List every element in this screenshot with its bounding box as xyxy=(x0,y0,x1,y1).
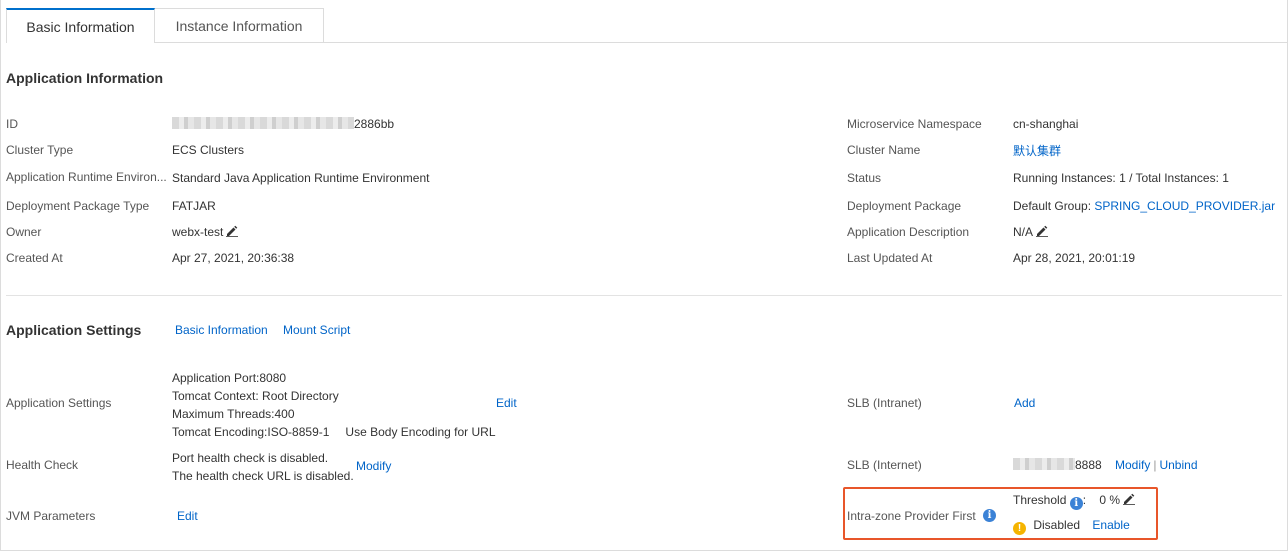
warning-icon: ! xyxy=(1013,522,1026,535)
intrazone-status-row: ! Disabled Enable xyxy=(1013,518,1130,535)
deployment-package-value: Default Group: SPRING_CLOUD_PROVIDER.jar xyxy=(1013,199,1276,213)
threshold-info-icon[interactable]: i xyxy=(1069,497,1083,510)
app-settings-values: Application Port:8080 Tomcat Context: Ro… xyxy=(172,369,496,441)
intrazone-info-icon[interactable]: i xyxy=(983,509,996,522)
tab-basic-information[interactable]: Basic Information xyxy=(6,8,155,43)
deployment-package-link[interactable]: SPRING_CLOUD_PROVIDER.jar xyxy=(1094,199,1275,213)
tab-underline xyxy=(6,42,1288,43)
setting-context: Tomcat Context: Root Directory xyxy=(172,389,339,403)
jvm-edit-link[interactable]: Edit xyxy=(177,509,198,523)
id-value: 2886bb xyxy=(172,117,394,131)
owner-label: Owner xyxy=(6,225,42,239)
slb-intranet-add-link[interactable]: Add xyxy=(1014,396,1035,410)
status-label: Status xyxy=(847,171,882,185)
runtime-value: Standard Java Application Runtime Enviro… xyxy=(172,171,430,185)
intrazone-status: Disabled xyxy=(1033,518,1081,532)
masked-id xyxy=(172,117,354,129)
setting-threads: Maximum Threads:400 xyxy=(172,407,295,421)
tab-instance-information[interactable]: Instance Information xyxy=(155,8,324,43)
cluster-type-value: ECS Clusters xyxy=(172,143,245,157)
cluster-name-link[interactable]: 默认集群 xyxy=(1013,142,1061,159)
edit-description-icon[interactable] xyxy=(1036,225,1049,237)
package-type-label: Deployment Package Type xyxy=(6,199,150,213)
edit-threshold-icon[interactable] xyxy=(1123,493,1136,505)
slb-internet-label: SLB (Internet) xyxy=(847,458,922,472)
created-at-label: Created At xyxy=(6,251,63,265)
threshold-row: Threshold i: 0 % xyxy=(1013,493,1136,510)
deployment-package-label: Deployment Package xyxy=(847,199,962,213)
action-separator: | xyxy=(1153,458,1157,472)
jvm-parameters-label: JVM Parameters xyxy=(6,509,96,523)
slb-internet-actions: Modify | Unbind xyxy=(1115,458,1198,472)
app-settings-label: Application Settings xyxy=(6,396,112,410)
slb-intranet-label: SLB (Intranet) xyxy=(847,396,922,410)
section-divider xyxy=(6,295,1282,296)
cluster-type-label: Cluster Type xyxy=(6,143,74,157)
description-value: N/A xyxy=(1013,225,1049,239)
application-information-title: Application Information xyxy=(6,70,164,86)
edit-owner-icon[interactable] xyxy=(226,225,239,237)
health-check-label: Health Check xyxy=(6,458,79,472)
slb-internet-value: 8888 xyxy=(1013,458,1102,472)
application-settings-title: Application Settings xyxy=(6,322,142,338)
namespace-value: cn-shanghai xyxy=(1013,117,1079,131)
health-check-values: Port health check is disabled. The healt… xyxy=(172,449,354,485)
slb-internet-unbind-link[interactable]: Unbind xyxy=(1159,458,1197,472)
id-label: ID xyxy=(6,117,18,131)
link-mount-script[interactable]: Mount Script xyxy=(283,323,350,337)
created-at-value: Apr 27, 2021, 20:36:38 xyxy=(172,251,295,265)
threshold-value: 0 % xyxy=(1099,493,1121,507)
namespace-label: Microservice Namespace xyxy=(847,117,982,131)
setting-encoding: Tomcat Encoding:ISO-8859-1 Use Body Encod… xyxy=(172,425,496,439)
package-type-value: FATJAR xyxy=(172,199,216,213)
health-url-status: The health check URL is disabled. xyxy=(172,469,354,483)
slb-internet-modify-link[interactable]: Modify xyxy=(1115,458,1150,472)
owner-value: webx-test xyxy=(172,225,239,239)
masked-ip xyxy=(1013,458,1075,470)
intrazone-label: Intra-zone Provider First xyxy=(847,509,976,523)
status-value: Running Instances: 1 / Total Instances: … xyxy=(1013,171,1229,185)
app-settings-edit-link[interactable]: Edit xyxy=(496,396,517,410)
health-check-modify-link[interactable]: Modify xyxy=(356,459,391,473)
runtime-label: Application Runtime Environ... xyxy=(6,170,167,184)
updated-at-label: Last Updated At xyxy=(847,251,933,265)
health-port-status: Port health check is disabled. xyxy=(172,451,329,465)
description-label: Application Description xyxy=(847,225,970,239)
tab-bar: Basic Information Instance Information xyxy=(6,8,324,43)
cluster-name-label: Cluster Name xyxy=(847,143,921,157)
intrazone-enable-link[interactable]: Enable xyxy=(1092,518,1129,532)
setting-port: Application Port:8080 xyxy=(172,371,287,385)
link-basic-information[interactable]: Basic Information xyxy=(175,323,268,337)
updated-at-value: Apr 28, 2021, 20:01:19 xyxy=(1013,251,1136,265)
